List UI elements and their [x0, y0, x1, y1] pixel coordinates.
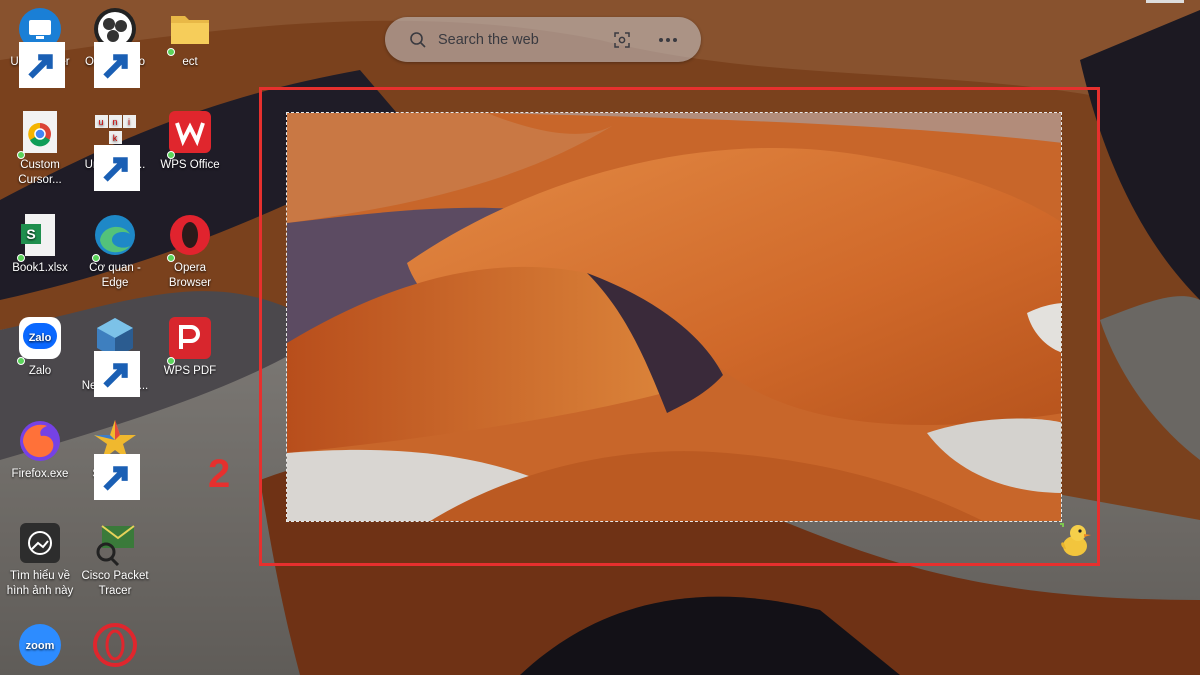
learn-picture-icon	[17, 520, 63, 566]
svg-text:n: n	[112, 117, 117, 127]
sync-status-icon	[92, 254, 100, 262]
shortcut-arrow-icon	[19, 42, 65, 88]
desktop-icon-zalo[interactable]: Zalo Zalo	[2, 315, 78, 379]
svg-text:S: S	[26, 226, 35, 242]
sync-status-icon	[167, 48, 175, 56]
staruml-icon	[92, 418, 140, 500]
svg-text:k: k	[113, 133, 118, 143]
desktop-icon-staruml[interactable]: StarUML	[77, 418, 153, 500]
annotation-highlight-box	[259, 87, 1100, 566]
desktop-icon-cisco-packet-tracer[interactable]: Cisco Packet Tracer	[77, 520, 153, 599]
search-icon	[410, 31, 426, 48]
unikey-icon: un ik	[92, 109, 140, 191]
netbeans-icon	[92, 315, 140, 397]
wps-office-icon	[167, 109, 213, 159]
desktop-icon-label: Cơ quan - Edge	[89, 262, 141, 289]
svg-text:u: u	[98, 117, 103, 127]
desktop-icon-obs[interactable]: OBS Studio	[77, 6, 153, 88]
edge-icon	[92, 212, 138, 262]
chrome-icon	[17, 109, 63, 159]
desktop-icon-label: Cisco Packet Tracer	[81, 570, 149, 597]
duck-cursor-icon	[1060, 523, 1091, 556]
zoom-icon: zoom	[17, 622, 63, 668]
web-search-bar[interactable]: Search the web	[385, 17, 701, 62]
folder-icon	[167, 6, 213, 56]
desktop-icon-wps-pdf[interactable]: WPS PDF	[152, 315, 228, 379]
desktop-icon-label: Tìm hiểu về hình ảnh này	[6, 570, 74, 597]
firefox-icon	[17, 418, 63, 464]
shortcut-arrow-icon	[94, 42, 140, 88]
desktop-icon-folder[interactable]: ect	[152, 6, 228, 70]
desktop-icon-label: Book1.xlsx	[12, 262, 68, 274]
obs-icon	[92, 6, 140, 88]
desktop-icon-firefox[interactable]: Firefox.exe	[2, 418, 78, 482]
desktop-icon-label: Zalo	[28, 365, 52, 377]
zalo-icon: Zalo	[17, 315, 63, 365]
desktop-icon-opera[interactable]: Opera Browser	[152, 212, 228, 291]
search-input[interactable]: Search the web	[438, 32, 613, 48]
desktop-icon-label: Firefox.exe	[11, 468, 69, 480]
more-options-icon[interactable]	[657, 31, 679, 49]
sync-status-icon	[17, 254, 25, 262]
shortcut-arrow-icon	[94, 145, 140, 191]
desktop-icon-label: Opera Browser	[168, 262, 212, 289]
desktop-icon-learn-picture[interactable]: Tìm hiểu về hình ảnh này	[2, 520, 78, 599]
svg-text:zoom: zoom	[26, 640, 55, 652]
desktop-icon-label: ect	[182, 56, 198, 68]
desktop-icon-label: WPS PDF	[163, 365, 217, 377]
sync-status-icon	[167, 357, 175, 365]
sync-status-icon	[17, 151, 25, 159]
desktop-icon-wps-office[interactable]: WPS Office	[152, 109, 228, 173]
wps-pdf-icon	[167, 315, 213, 365]
desktop-icon-netbeans[interactable]: Apache NetBeans I...	[77, 315, 153, 397]
ultraviewer-icon	[17, 6, 65, 88]
desktop-icon-chrome[interactable]: Custom Cursor...	[2, 109, 78, 188]
desktop-icon-opera-gx[interactable]	[77, 622, 153, 671]
desktop-icon-ultraviewer[interactable]: UltraViewer	[2, 6, 78, 88]
desktop-icon-unikey[interactable]: unikUniKeyNT...	[77, 109, 153, 191]
cisco-packet-tracer-icon	[92, 520, 138, 566]
visual-search-icon[interactable]	[613, 31, 631, 49]
svg-text:Zalo: Zalo	[29, 332, 52, 344]
sync-status-icon	[167, 254, 175, 262]
annotation-step-number: 2	[208, 452, 231, 496]
desktop-icon-edge[interactable]: Cơ quan - Edge	[77, 212, 153, 291]
shortcut-arrow-icon	[94, 351, 140, 397]
desktop-icon-zoom[interactable]: zoom	[2, 622, 78, 671]
window-edge-indicator	[1146, 0, 1184, 3]
desktop-icon-label: WPS Office	[160, 159, 220, 171]
opera-gx-icon	[92, 622, 138, 668]
sync-status-icon	[167, 151, 175, 159]
svg-text:i: i	[128, 117, 130, 127]
desktop-icon-label: Custom Cursor...	[18, 159, 62, 186]
opera-icon	[167, 212, 213, 262]
shortcut-arrow-icon	[94, 454, 140, 500]
spreadsheet-icon: S	[17, 212, 63, 262]
sync-status-icon	[17, 357, 25, 365]
desktop-icon-spreadsheet[interactable]: S Book1.xlsx	[2, 212, 78, 276]
